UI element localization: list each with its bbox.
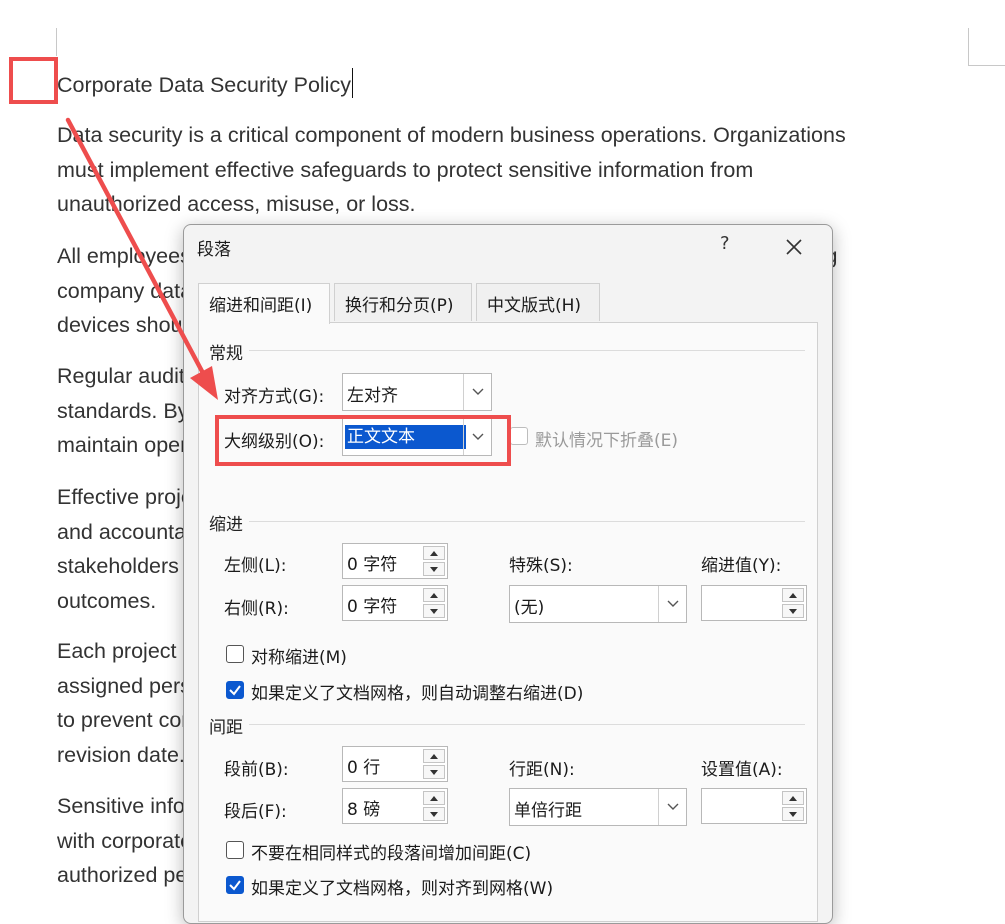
- annotation-arrow: [65, 117, 218, 400]
- tab-indents-spacing[interactable]: 缩进和间距(I): [198, 283, 330, 324]
